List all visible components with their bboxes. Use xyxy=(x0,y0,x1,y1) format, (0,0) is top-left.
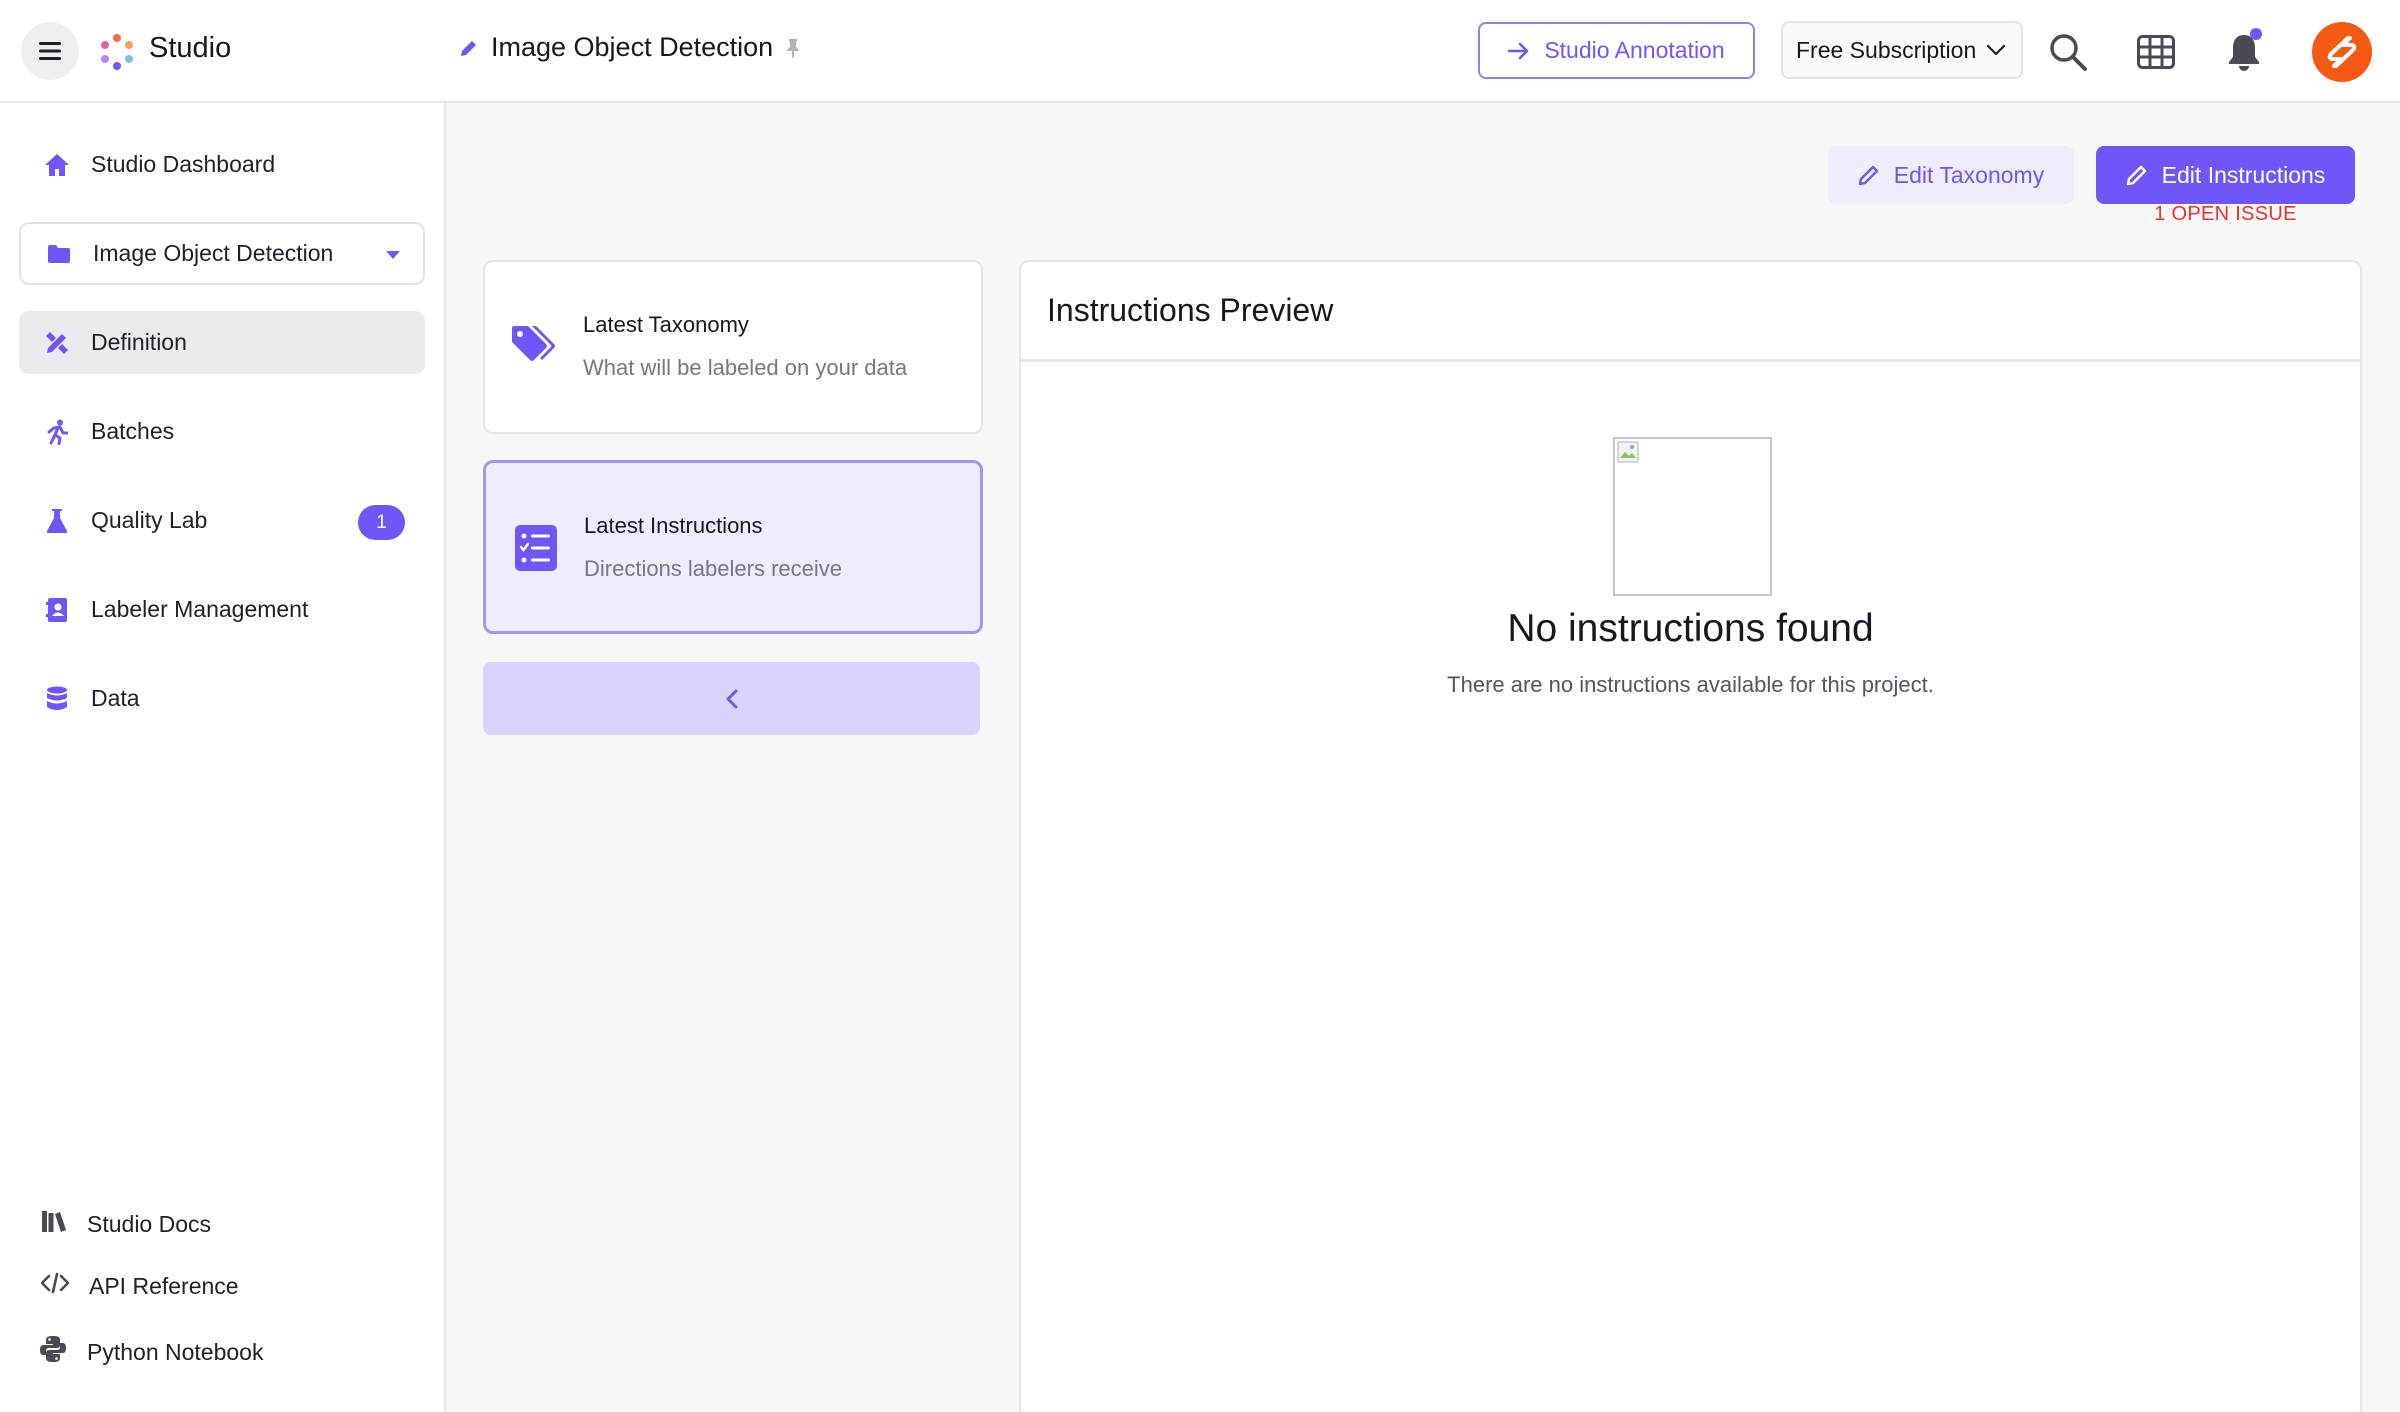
notification-dot xyxy=(2250,28,2262,40)
apps-grid-button[interactable] xyxy=(2134,30,2178,74)
empty-state-title: No instructions found xyxy=(1507,607,1874,650)
footer-link-api-reference[interactable]: API Reference xyxy=(40,1272,239,1300)
sidebar-item-quality-lab[interactable]: Quality Lab 1 xyxy=(19,489,425,552)
edit-taxonomy-label: Edit Taxonomy xyxy=(1893,161,2045,188)
sidebar: Studio Dashboard Image Object Detection … xyxy=(0,103,446,1412)
project-selector-label: Image Object Detection xyxy=(93,240,334,266)
card-subtitle: Directions labelers receive xyxy=(584,556,842,581)
footer-link-label: Python Notebook xyxy=(87,1338,264,1365)
folder-icon xyxy=(45,240,73,268)
studio-annotation-button[interactable]: Studio Annotation xyxy=(1478,22,1755,79)
empty-state-subtitle: There are no instructions available for … xyxy=(1447,672,1934,697)
footer-link-python-notebook[interactable]: Python Notebook xyxy=(39,1335,263,1369)
project-title-group: Image Object Detection xyxy=(459,32,801,63)
subscription-dropdown[interactable]: Free Subscription xyxy=(1781,21,2023,79)
edit-instructions-button[interactable]: Edit Instructions xyxy=(2096,146,2355,204)
collapse-panel-button[interactable] xyxy=(483,662,980,735)
sidebar-item-label: Batches xyxy=(91,418,175,444)
broken-image-icon xyxy=(1617,441,1639,463)
contact-book-icon xyxy=(43,596,71,624)
top-header: Studio Image Object Detection Studio Ann… xyxy=(0,0,2400,103)
sidebar-item-label: Labeler Management xyxy=(91,596,309,622)
app-title: Studio xyxy=(149,32,232,64)
card-latest-instructions[interactable]: Latest Instructions Directions labelers … xyxy=(483,460,983,634)
pencil-ruler-icon xyxy=(43,329,71,357)
project-selector[interactable]: Image Object Detection xyxy=(19,222,425,285)
open-issue-link[interactable]: 1 OPEN ISSUE xyxy=(2096,203,2355,226)
sidebar-item-label: Quality Lab xyxy=(91,507,208,533)
brand-s-icon xyxy=(2327,36,2357,68)
arrow-right-icon xyxy=(1508,42,1529,59)
sidebar-item-label: Studio Dashboard xyxy=(91,151,276,177)
notifications-button[interactable] xyxy=(2222,28,2266,74)
sidebar-item-data[interactable]: Data xyxy=(19,667,425,730)
footer-link-studio-docs[interactable]: Studio Docs xyxy=(41,1209,211,1239)
pencil-icon xyxy=(2126,165,2146,186)
sidebar-item-label: Definition xyxy=(91,329,187,355)
instructions-preview-panel: Instructions Preview No instructions fou… xyxy=(1019,260,2362,1412)
subscription-label: Free Subscription xyxy=(1796,36,1977,63)
sidebar-item-label: Data xyxy=(91,685,140,711)
sidebar-item-studio-dashboard[interactable]: Studio Dashboard xyxy=(19,133,425,196)
sidebar-item-definition[interactable]: Definition xyxy=(19,311,425,374)
card-latest-taxonomy[interactable]: Latest Taxonomy What will be labeled on … xyxy=(483,260,983,434)
books-icon xyxy=(41,1209,67,1239)
caret-down-icon xyxy=(386,251,400,259)
project-title[interactable]: Image Object Detection xyxy=(491,32,773,63)
footer-link-label: API Reference xyxy=(89,1272,239,1299)
sidebar-item-labeler-management[interactable]: Labeler Management xyxy=(19,578,425,641)
search-icon xyxy=(2050,34,2087,71)
pin-icon[interactable] xyxy=(785,38,801,58)
preview-title: Instructions Preview xyxy=(1021,262,2360,362)
edit-instructions-label: Edit Instructions xyxy=(2161,161,2326,188)
footer-link-label: Studio Docs xyxy=(87,1210,212,1237)
hamburger-icon xyxy=(39,42,61,60)
broken-image-placeholder xyxy=(1613,437,1772,596)
grid-icon xyxy=(2137,35,2175,69)
tags-icon xyxy=(509,321,561,373)
pencil-icon xyxy=(1858,165,1878,186)
menu-button[interactable] xyxy=(21,22,79,80)
chevron-left-icon xyxy=(726,689,737,708)
code-icon xyxy=(40,1272,70,1300)
runner-icon xyxy=(43,418,71,446)
card-title: Latest Instructions xyxy=(584,513,763,538)
pencil-icon[interactable] xyxy=(459,38,479,58)
sidebar-item-batches[interactable]: Batches xyxy=(19,400,425,463)
checklist-icon xyxy=(510,522,562,574)
python-icon xyxy=(39,1335,67,1369)
chevron-down-icon xyxy=(1987,44,2006,56)
studio-annotation-label: Studio Annotation xyxy=(1544,37,1725,63)
database-icon xyxy=(43,685,71,713)
flask-icon xyxy=(43,507,71,535)
edit-taxonomy-button[interactable]: Edit Taxonomy xyxy=(1828,146,2074,204)
user-avatar[interactable] xyxy=(2312,22,2372,82)
search-button[interactable] xyxy=(2046,30,2090,74)
quality-lab-badge: 1 xyxy=(358,505,405,540)
card-title: Latest Taxonomy xyxy=(583,312,749,337)
home-icon xyxy=(43,151,71,179)
studio-logo-icon xyxy=(101,34,133,70)
card-subtitle: What will be labeled on your data xyxy=(583,355,908,380)
